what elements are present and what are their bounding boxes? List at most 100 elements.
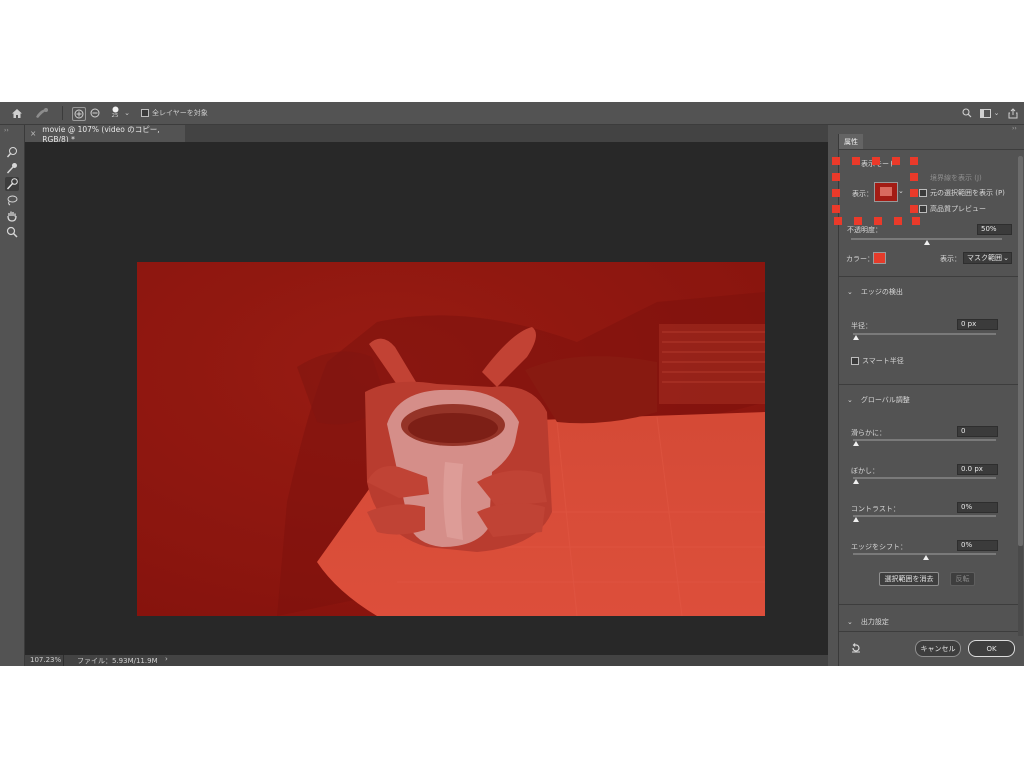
search-icon[interactable] [961, 106, 973, 120]
separator [839, 384, 1019, 385]
reset-icon[interactable] [851, 643, 861, 655]
separator [839, 276, 1019, 277]
clear-selection-button[interactable]: 選択範囲を消去 [879, 572, 939, 586]
show-original-checkbox[interactable]: 元の選択範囲を表示 (P) [919, 188, 1005, 198]
smart-radius-checkbox[interactable]: スマート半径 [851, 356, 904, 366]
options-bar: 25 ⌄ 全レイヤーを対象 ⌄ [0, 102, 1024, 125]
highlight-dash [892, 157, 900, 165]
workspace-icon[interactable] [979, 106, 991, 120]
document-tab-bar: × movie @ 107% (video のコピー, RGB/8) * [25, 125, 828, 144]
invert-label: 反転 [955, 575, 970, 583]
chevron-right-icon[interactable]: › [165, 655, 168, 663]
contrast-slider-track[interactable] [853, 515, 996, 517]
smart-radius-label: スマート半径 [862, 357, 904, 365]
highlight-dash [832, 173, 840, 181]
global-adjust-title: グローバル調整 [860, 396, 910, 404]
cancel-button[interactable]: キャンセル [915, 640, 961, 657]
chevron-down-icon[interactable]: ⌄ [123, 106, 131, 120]
highlight-dash [910, 205, 918, 213]
global-adjust-header[interactable]: ⌄ グローバル調整 [847, 395, 910, 405]
smooth-field[interactable]: 0 [957, 426, 998, 437]
feather-slider-track[interactable] [853, 477, 996, 479]
highlight-dash [910, 189, 918, 197]
document-tab[interactable]: × movie @ 107% (video のコピー, RGB/8) * [25, 125, 185, 144]
smooth-label: 滑らかに： [851, 429, 886, 437]
display-select-value: マスク範囲 [967, 254, 1002, 262]
highlight-dash [832, 189, 840, 197]
feather-field[interactable]: 0.0 px [957, 464, 998, 475]
status-bar: 107.23% ファイル：5.93M/11.9M › [25, 655, 828, 666]
checkbox-box[interactable] [141, 109, 149, 117]
zoom-tool-icon[interactable] [5, 225, 19, 239]
chevron-down-icon: ⌄ [1003, 254, 1009, 262]
sample-all-layers-checkbox[interactable]: 全レイヤーを対象 [141, 106, 208, 120]
smooth-slider-thumb[interactable] [853, 441, 859, 446]
high-quality-checkbox[interactable]: 高品質プレビュー [919, 204, 986, 214]
collapse-icon[interactable]: ›› [1012, 125, 1017, 132]
refine-edge-brush-tool-icon[interactable] [5, 161, 19, 175]
radius-slider-thumb[interactable] [853, 335, 859, 340]
feather-slider-thumb[interactable] [853, 479, 859, 484]
smooth-slider-track[interactable] [853, 439, 996, 441]
highlight-dash [854, 217, 862, 225]
subtract-from-selection-icon[interactable] [89, 106, 101, 120]
radius-field[interactable]: 0 px [957, 319, 998, 330]
opacity-field[interactable]: 50% [977, 224, 1012, 235]
masked-photo [137, 262, 765, 616]
highlight-dash [894, 217, 902, 225]
refine-brush-preset-icon[interactable] [34, 106, 50, 120]
canvas-area[interactable] [25, 142, 828, 655]
contrast-field[interactable]: 0% [957, 502, 998, 513]
output-settings-title: 出力設定 [860, 618, 889, 626]
shift-edge-label: エッジをシフト： [851, 543, 907, 551]
home-icon[interactable] [10, 106, 24, 120]
invert-button[interactable]: 反転 [950, 572, 975, 586]
highlight-dash [872, 157, 880, 165]
color-swatch[interactable] [873, 252, 886, 264]
brush-tool-icon[interactable] [5, 177, 19, 191]
checkbox-box[interactable] [851, 357, 859, 365]
color-label: カラー： [846, 255, 874, 263]
radius-slider-track[interactable] [853, 333, 996, 335]
tab-properties[interactable]: 属性 [839, 134, 863, 149]
output-settings-header[interactable]: ⌄ 出力設定 [847, 617, 889, 627]
chevron-down-icon: ⌄ [847, 396, 853, 404]
lasso-tool-icon[interactable] [5, 193, 19, 207]
radius-label: 半径： [851, 322, 872, 330]
add-to-selection-icon[interactable] [72, 107, 86, 121]
close-tab-icon[interactable]: × [30, 129, 36, 138]
tools-panel: ›› [0, 125, 25, 666]
display-label: 表示： [940, 255, 961, 263]
highlight-dash [832, 205, 840, 213]
display-select[interactable]: マスク範囲 ⌄ [963, 252, 1012, 264]
brush-size-control[interactable]: 25 [109, 104, 121, 122]
contrast-slider-thumb[interactable] [853, 517, 859, 522]
show-edges-label[interactable]: 境界線を表示 (J) [930, 173, 982, 183]
highlight-dashed-box [832, 157, 922, 225]
shift-edge-slider-thumb[interactable] [923, 555, 929, 560]
scrollbar-thumb[interactable] [1018, 156, 1023, 546]
quick-selection-tool-icon[interactable] [5, 145, 19, 159]
panel-scrollbar[interactable] [1018, 156, 1023, 636]
hand-tool-icon[interactable] [5, 209, 19, 223]
show-original-label: 元の選択範囲を表示 (P) [930, 189, 1005, 197]
brush-size-value: 25 [111, 113, 119, 119]
ok-button[interactable]: OK [968, 640, 1015, 657]
chevron-down-icon[interactable]: ⌄ [993, 106, 1000, 120]
shift-edge-field[interactable]: 0% [957, 540, 998, 551]
highlight-dash [910, 157, 918, 165]
document-image[interactable] [137, 262, 765, 616]
zoom-level[interactable]: 107.23% [30, 656, 61, 664]
separator [62, 106, 63, 120]
tab-properties-label: 属性 [844, 137, 858, 146]
share-icon[interactable] [1007, 106, 1019, 120]
highlight-dash [852, 157, 860, 165]
feather-label: ぼかし： [851, 467, 879, 475]
highlight-dash [910, 173, 918, 181]
high-quality-label: 高品質プレビュー [930, 205, 986, 213]
opacity-slider-thumb[interactable] [923, 240, 930, 245]
collapse-icon[interactable]: ›› [4, 127, 9, 134]
edge-detection-title: エッジの検出 [860, 288, 903, 296]
highlight-dash [874, 217, 882, 225]
edge-detection-header[interactable]: ⌄ エッジの検出 [847, 287, 903, 297]
